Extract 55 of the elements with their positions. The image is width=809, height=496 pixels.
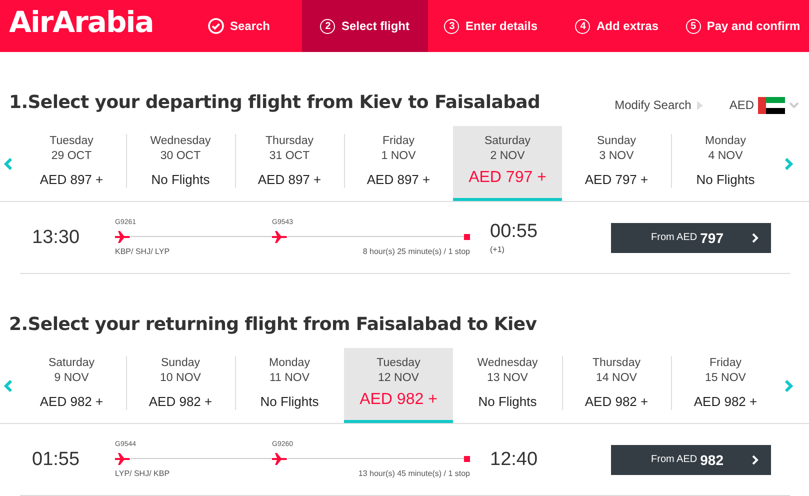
date-option[interactable]: Monday 11 NOV No Flights	[235, 348, 344, 423]
step-tab[interactable]: Search	[176, 0, 302, 52]
date-option[interactable]: Friday 15 NOV AED 982 +	[671, 348, 780, 423]
section-title: 1.Select your departing flight from Kiev to Faisalabad	[9, 92, 542, 112]
airplane-icon	[272, 452, 288, 466]
date-option[interactable]: Monday 4 NOV No Flights	[671, 126, 780, 201]
step-tab[interactable]: 2 Select flight	[302, 0, 428, 52]
step-number: 5	[686, 18, 701, 34]
route-airports: KBP/ SHJ/ LYP	[115, 246, 170, 256]
check-circle-icon	[208, 18, 224, 34]
chevron-down-icon	[789, 102, 799, 108]
chevron-right-icon	[697, 100, 704, 110]
day-offset: (+1)	[490, 245, 506, 254]
airplane-icon	[115, 452, 131, 466]
currency-selector[interactable]: AED	[729, 96, 799, 114]
airline-logo: AirArabia	[9, 4, 154, 41]
chevron-left-icon[interactable]	[4, 158, 13, 170]
departure-time: 13:30	[31, 226, 81, 248]
date-option[interactable]: Sunday 3 NOV AED 797 +	[562, 126, 671, 201]
select-fare-button[interactable]: From AED 982	[611, 444, 771, 474]
airplane-icon	[272, 230, 288, 244]
date-option[interactable]: Thursday 14 NOV AED 982 +	[562, 348, 671, 423]
flight-duration: 13 hour(s) 45 minute(s) / 1 stop	[358, 468, 470, 478]
departure-time: 01:55	[31, 448, 81, 470]
date-option[interactable]: Thursday 31 OCT AED 897 +	[235, 126, 344, 201]
step-number: 4	[575, 18, 590, 34]
section-title: 2.Select your returning flight from Faisalabad to Kiev	[9, 314, 538, 334]
destination-marker	[464, 234, 470, 240]
chevron-right-icon[interactable]	[784, 158, 793, 170]
step-number: 2	[320, 18, 336, 34]
chevron-right-icon[interactable]	[784, 380, 793, 392]
date-option[interactable]: Wednesday 30 OCT No Flights	[126, 126, 235, 201]
chevron-right-icon	[752, 454, 759, 464]
arrival-time: 00:55	[490, 221, 539, 243]
airplane-icon	[115, 230, 131, 244]
date-option[interactable]: Saturday 9 NOV AED 982 +	[17, 348, 126, 423]
chevron-left-icon[interactable]	[4, 380, 13, 392]
step-tab[interactable]: 4 Add extras	[554, 0, 680, 52]
date-option[interactable]: Tuesday 29 OCT AED 897 +	[17, 126, 126, 201]
chevron-right-icon	[752, 232, 759, 242]
date-option[interactable]: Tuesday 12 NOV AED 982 +	[344, 348, 453, 423]
date-option[interactable]: Sunday 10 NOV AED 982 +	[126, 348, 235, 423]
date-option[interactable]: Saturday 2 NOV AED 797 +	[453, 126, 562, 201]
route-airports: LYP/ SHJ/ KBP	[115, 468, 170, 478]
step-tab[interactable]: 5 Pay and confirm	[680, 0, 806, 52]
select-fare-button[interactable]: From AED 797	[611, 222, 771, 252]
step-number: 3	[444, 18, 460, 34]
step-tab[interactable]: 3 Enter details	[428, 0, 554, 52]
flag-icon	[758, 96, 785, 114]
flight-duration: 8 hour(s) 25 minute(s) / 1 stop	[362, 246, 470, 256]
date-option[interactable]: Friday 1 NOV AED 897 +	[344, 126, 453, 201]
destination-marker	[464, 456, 470, 462]
date-option[interactable]: Wednesday 13 NOV No Flights	[453, 348, 562, 423]
modify-search-link[interactable]: Modify Search	[614, 98, 692, 112]
arrival-time: 12:40	[490, 448, 539, 470]
